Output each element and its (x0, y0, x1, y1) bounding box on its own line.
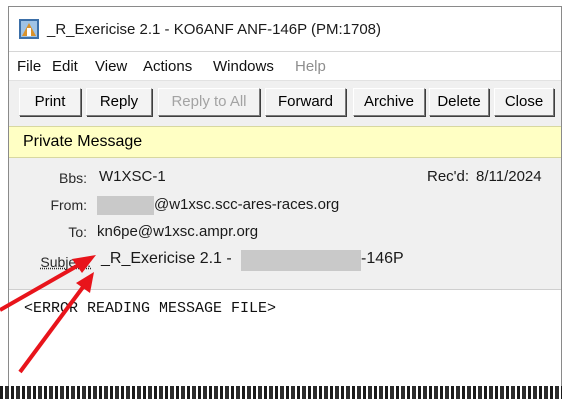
annotation-arrowhead-subject (72, 255, 96, 273)
annotation-arrow-body (18, 281, 88, 374)
annotation-arrows (0, 255, 96, 374)
